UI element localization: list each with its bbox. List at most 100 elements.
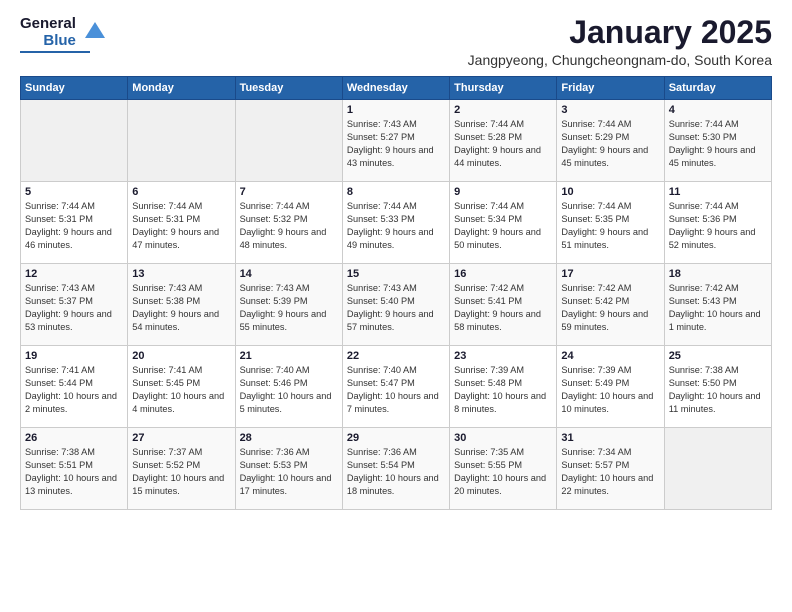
day-info: Sunrise: 7:41 AM Sunset: 5:44 PM Dayligh… [25, 364, 123, 416]
day-number: 23 [454, 350, 552, 362]
day-number: 14 [240, 268, 338, 280]
col-saturday: Saturday [664, 77, 771, 100]
day-info: Sunrise: 7:43 AM Sunset: 5:40 PM Dayligh… [347, 282, 445, 334]
day-info: Sunrise: 7:43 AM Sunset: 5:38 PM Dayligh… [132, 282, 230, 334]
logo: General Blue [20, 15, 109, 53]
table-row: 11 Sunrise: 7:44 AM Sunset: 5:36 PM Dayli… [664, 182, 771, 264]
table-row [21, 100, 128, 182]
table-row: 24 Sunrise: 7:39 AM Sunset: 5:49 PM Dayli… [557, 346, 664, 428]
logo-general: General [20, 15, 76, 32]
day-info: Sunrise: 7:44 AM Sunset: 5:30 PM Dayligh… [669, 118, 767, 170]
table-row: 22 Sunrise: 7:40 AM Sunset: 5:47 PM Dayli… [342, 346, 449, 428]
day-number: 28 [240, 432, 338, 444]
day-number: 16 [454, 268, 552, 280]
page-header: General Blue January 2025 Jangpyeong, Ch… [20, 15, 772, 68]
calendar-week-row: 1 Sunrise: 7:43 AM Sunset: 5:27 PM Daylig… [21, 100, 772, 182]
day-info: Sunrise: 7:43 AM Sunset: 5:27 PM Dayligh… [347, 118, 445, 170]
day-number: 31 [561, 432, 659, 444]
logo-underline [20, 51, 90, 53]
day-number: 22 [347, 350, 445, 362]
table-row: 6 Sunrise: 7:44 AM Sunset: 5:31 PM Daylig… [128, 182, 235, 264]
day-info: Sunrise: 7:42 AM Sunset: 5:42 PM Dayligh… [561, 282, 659, 334]
day-number: 18 [669, 268, 767, 280]
calendar-week-row: 26Sunrise: 7:38 AM Sunset: 5:51 PM Dayli… [21, 428, 772, 510]
day-number: 17 [561, 268, 659, 280]
table-row: 3 Sunrise: 7:44 AM Sunset: 5:29 PM Daylig… [557, 100, 664, 182]
month-title: January 2025 [468, 15, 772, 50]
col-thursday: Thursday [450, 77, 557, 100]
table-row [664, 428, 771, 510]
table-row: 2 Sunrise: 7:44 AM Sunset: 5:28 PM Daylig… [450, 100, 557, 182]
calendar-week-row: 12 Sunrise: 7:43 AM Sunset: 5:37 PM Dayli… [21, 264, 772, 346]
day-info: Sunrise: 7:39 AM Sunset: 5:49 PM Dayligh… [561, 364, 659, 416]
day-info: Sunrise: 7:43 AM Sunset: 5:39 PM Dayligh… [240, 282, 338, 334]
table-row: 23 Sunrise: 7:39 AM Sunset: 5:48 PM Dayli… [450, 346, 557, 428]
day-number: 3 [561, 104, 659, 116]
day-number: 29 [347, 432, 445, 444]
table-row: 21 Sunrise: 7:40 AM Sunset: 5:46 PM Dayli… [235, 346, 342, 428]
table-row: 16 Sunrise: 7:42 AM Sunset: 5:41 PM Dayli… [450, 264, 557, 346]
table-row: 13Sunrise: 7:43 AM Sunset: 5:38 PM Dayli… [128, 264, 235, 346]
calendar-table: Sunday Monday Tuesday Wednesday Thursday… [20, 76, 772, 510]
day-info: Sunrise: 7:42 AM Sunset: 5:43 PM Dayligh… [669, 282, 767, 334]
table-row: 15 Sunrise: 7:43 AM Sunset: 5:40 PM Dayli… [342, 264, 449, 346]
day-info: Sunrise: 7:38 AM Sunset: 5:50 PM Dayligh… [669, 364, 767, 416]
table-row: 9Sunrise: 7:44 AM Sunset: 5:34 PM Daylig… [450, 182, 557, 264]
table-row: 18 Sunrise: 7:42 AM Sunset: 5:43 PM Dayli… [664, 264, 771, 346]
col-tuesday: Tuesday [235, 77, 342, 100]
col-monday: Monday [128, 77, 235, 100]
day-info: Sunrise: 7:44 AM Sunset: 5:35 PM Dayligh… [561, 200, 659, 252]
table-row: 17 Sunrise: 7:42 AM Sunset: 5:42 PM Dayli… [557, 264, 664, 346]
table-row: 27Sunrise: 7:37 AM Sunset: 5:52 PM Dayli… [128, 428, 235, 510]
day-number: 15 [347, 268, 445, 280]
day-info: Sunrise: 7:43 AM Sunset: 5:37 PM Dayligh… [25, 282, 123, 334]
day-info: Sunrise: 7:44 AM Sunset: 5:32 PM Dayligh… [240, 200, 338, 252]
title-block: January 2025 Jangpyeong, Chungcheongnam-… [468, 15, 772, 68]
day-info: Sunrise: 7:44 AM Sunset: 5:33 PM Dayligh… [347, 200, 445, 252]
day-number: 21 [240, 350, 338, 362]
day-info: Sunrise: 7:36 AM Sunset: 5:53 PM Dayligh… [240, 446, 338, 498]
day-number: 24 [561, 350, 659, 362]
table-row: 31 Sunrise: 7:34 AM Sunset: 5:57 PM Dayli… [557, 428, 664, 510]
col-friday: Friday [557, 77, 664, 100]
day-info: Sunrise: 7:40 AM Sunset: 5:46 PM Dayligh… [240, 364, 338, 416]
calendar-header-row: Sunday Monday Tuesday Wednesday Thursday… [21, 77, 772, 100]
day-info: Sunrise: 7:44 AM Sunset: 5:29 PM Dayligh… [561, 118, 659, 170]
table-row: 14 Sunrise: 7:43 AM Sunset: 5:39 PM Dayli… [235, 264, 342, 346]
day-info: Sunrise: 7:34 AM Sunset: 5:57 PM Dayligh… [561, 446, 659, 498]
day-number: 19 [25, 350, 123, 362]
calendar-week-row: 5Sunrise: 7:44 AM Sunset: 5:31 PM Daylig… [21, 182, 772, 264]
location-subtitle: Jangpyeong, Chungcheongnam-do, South Kor… [468, 52, 772, 68]
day-info: Sunrise: 7:44 AM Sunset: 5:31 PM Dayligh… [132, 200, 230, 252]
logo-arrow-icon [81, 16, 109, 44]
day-info: Sunrise: 7:44 AM Sunset: 5:34 PM Dayligh… [454, 200, 552, 252]
calendar-week-row: 19 Sunrise: 7:41 AM Sunset: 5:44 PM Dayli… [21, 346, 772, 428]
day-info: Sunrise: 7:36 AM Sunset: 5:54 PM Dayligh… [347, 446, 445, 498]
day-info: Sunrise: 7:38 AM Sunset: 5:51 PM Dayligh… [25, 446, 123, 498]
day-info: Sunrise: 7:42 AM Sunset: 5:41 PM Dayligh… [454, 282, 552, 334]
day-info: Sunrise: 7:35 AM Sunset: 5:55 PM Dayligh… [454, 446, 552, 498]
page-container: General Blue January 2025 Jangpyeong, Ch… [0, 0, 792, 520]
table-row [128, 100, 235, 182]
day-info: Sunrise: 7:37 AM Sunset: 5:52 PM Dayligh… [132, 446, 230, 498]
table-row: 29 Sunrise: 7:36 AM Sunset: 5:54 PM Dayli… [342, 428, 449, 510]
day-info: Sunrise: 7:44 AM Sunset: 5:28 PM Dayligh… [454, 118, 552, 170]
table-row: 28 Sunrise: 7:36 AM Sunset: 5:53 PM Dayli… [235, 428, 342, 510]
day-info: Sunrise: 7:40 AM Sunset: 5:47 PM Dayligh… [347, 364, 445, 416]
col-wednesday: Wednesday [342, 77, 449, 100]
table-row: 12 Sunrise: 7:43 AM Sunset: 5:37 PM Dayli… [21, 264, 128, 346]
day-number: 2 [454, 104, 552, 116]
day-info: Sunrise: 7:44 AM Sunset: 5:36 PM Dayligh… [669, 200, 767, 252]
day-info: Sunrise: 7:39 AM Sunset: 5:48 PM Dayligh… [454, 364, 552, 416]
table-row: 26Sunrise: 7:38 AM Sunset: 5:51 PM Dayli… [21, 428, 128, 510]
day-number: 6 [132, 186, 230, 198]
day-number: 1 [347, 104, 445, 116]
day-number: 11 [669, 186, 767, 198]
day-number: 12 [25, 268, 123, 280]
day-info: Sunrise: 7:44 AM Sunset: 5:31 PM Dayligh… [25, 200, 123, 252]
day-number: 7 [240, 186, 338, 198]
table-row: 8Sunrise: 7:44 AM Sunset: 5:33 PM Daylig… [342, 182, 449, 264]
col-sunday: Sunday [21, 77, 128, 100]
table-row: 4Sunrise: 7:44 AM Sunset: 5:30 PM Daylig… [664, 100, 771, 182]
table-row: 1 Sunrise: 7:43 AM Sunset: 5:27 PM Daylig… [342, 100, 449, 182]
